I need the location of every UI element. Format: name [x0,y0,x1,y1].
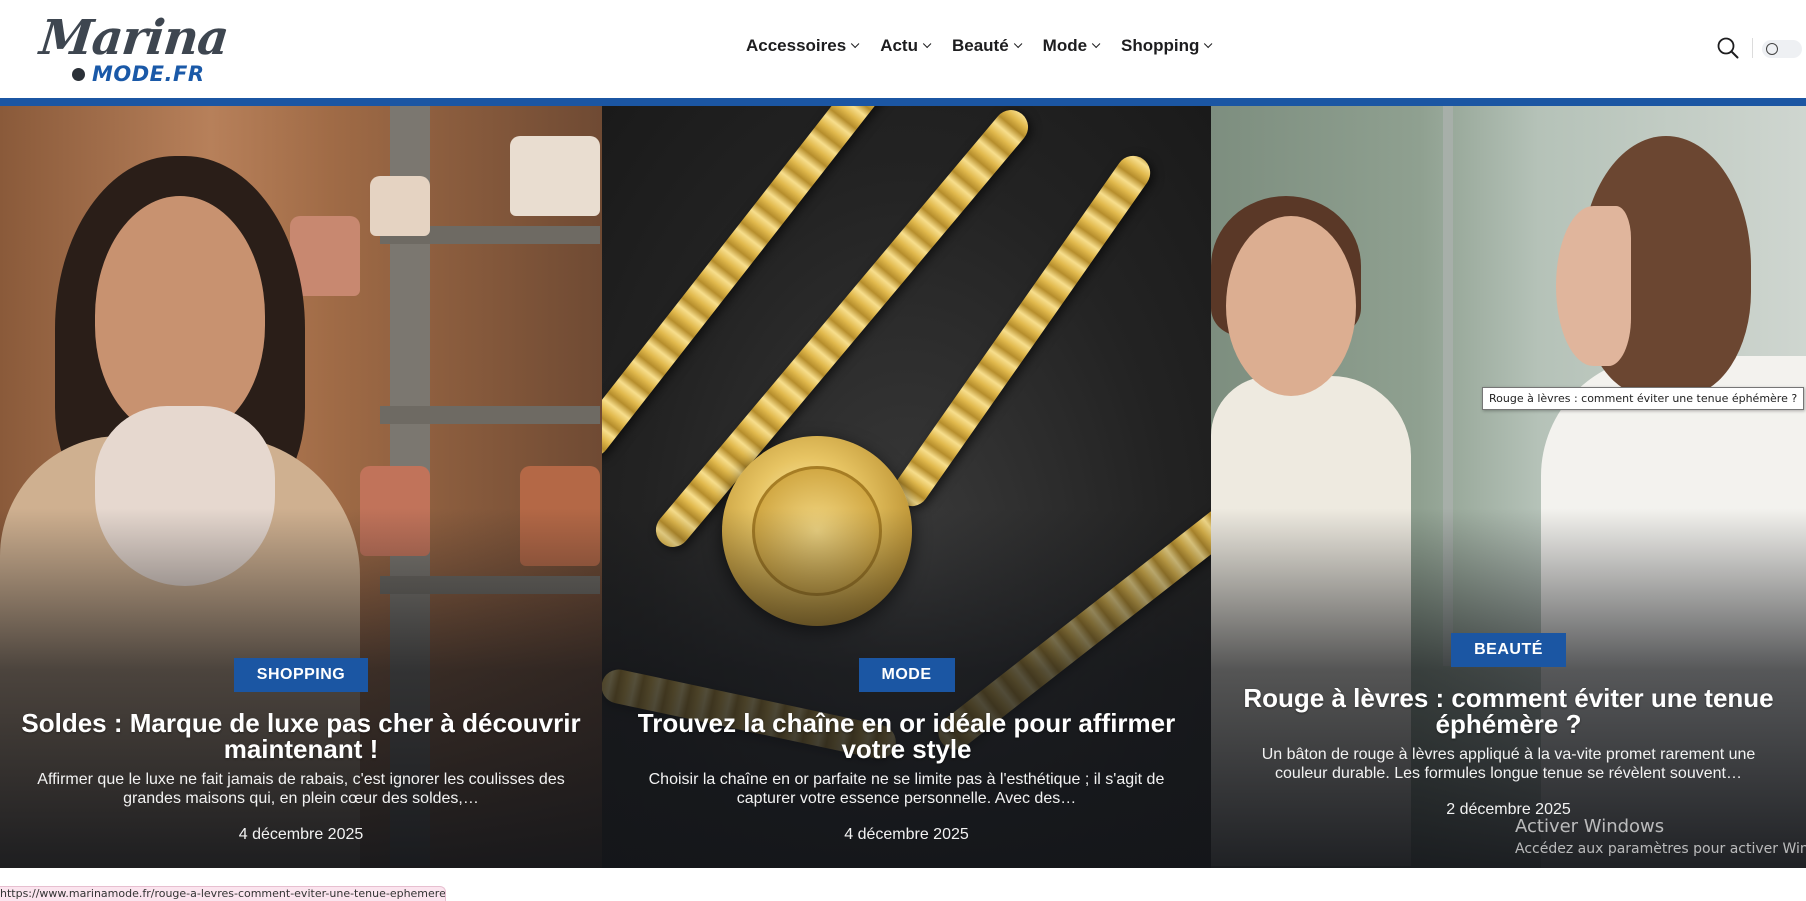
chevron-down-icon [1013,39,1023,49]
logo-dot [72,68,85,81]
logo-script-text: Marina [37,10,231,66]
dark-mode-toggle[interactable] [1762,40,1802,58]
post-content: MODE Trouvez la chaîne en or idéale pour… [602,658,1211,844]
sun-icon [1766,43,1778,55]
post-content: SHOPPING Soldes : Marque de luxe pas che… [0,658,602,844]
chevron-down-icon [851,39,860,49]
post-excerpt: Un bâton de rouge à lèvres appliqué à la… [1261,746,1756,782]
site-logo[interactable]: Marina MODE.FR [37,10,231,88]
post-date: 4 décembre 2025 [844,826,969,843]
nav-item-shopping[interactable]: Shopping [1121,36,1213,56]
post-date: 4 décembre 2025 [238,826,364,843]
nav-item-label: Accessoires [746,36,847,55]
activation-title: Activer Windows [1515,816,1665,837]
browser-status-url: https://www.marinamode.fr/rouge-a-levres… [0,886,446,901]
windows-activation-watermark: Activer Windows Accédez aux paramètres p… [1515,816,1806,857]
nav-item-actu[interactable]: Actu [880,36,932,56]
header-divider [1752,38,1753,58]
nav-item-label: Mode [1042,36,1088,55]
nav-item-mode[interactable]: Mode [1042,36,1101,56]
featured-posts-grid: SHOPPING Soldes : Marque de luxe pas che… [0,106,1806,868]
nav-item-accessoires[interactable]: Accessoires [746,36,860,56]
post-card-rouge-a-levres[interactable]: BEAUTÉ Rouge à lèvres : comment éviter u… [1211,106,1806,868]
post-title[interactable]: Rouge à lèvres : comment éviter une tenu… [1211,685,1806,737]
nav-item-beaute[interactable]: Beauté [951,36,1023,56]
category-badge[interactable]: MODE [858,658,955,692]
activation-subtitle: Accédez aux paramètres pour activer Wind… [1515,841,1806,857]
post-excerpt: Affirmer que le luxe ne fait jamais de r… [37,771,565,807]
nav-item-label: Actu [880,36,918,55]
main-nav: Accessoires Actu Beauté Mode Shopping [746,36,1233,56]
post-card-chaine-or[interactable]: MODE Trouvez la chaîne en or idéale pour… [602,106,1211,868]
category-badge[interactable]: BEAUTÉ [1451,633,1566,667]
link-tooltip: Rouge à lèvres : comment éviter une tenu… [1482,387,1805,410]
category-badge[interactable]: SHOPPING [233,658,369,692]
search-icon[interactable] [1717,37,1739,59]
nav-item-label: Beauté [951,36,1009,55]
site-header: Marina MODE.FR Accessoires Actu Beauté M… [0,0,1806,98]
chevron-down-icon [1091,39,1101,49]
chevron-down-icon [922,39,932,49]
header-accent-bar [0,98,1806,106]
chevron-down-icon [1204,39,1213,49]
post-title[interactable]: Soldes : Marque de luxe pas cher à décou… [0,710,602,762]
logo-subtext: MODE.FR [92,62,205,86]
post-content: BEAUTÉ Rouge à lèvres : comment éviter u… [1211,633,1806,819]
nav-item-label: Shopping [1121,36,1200,55]
post-card-soldes[interactable]: SHOPPING Soldes : Marque de luxe pas che… [0,106,602,868]
post-title[interactable]: Trouvez la chaîne en or idéale pour affi… [602,710,1211,762]
post-excerpt: Choisir la chaîne en or parfaite ne se l… [648,771,1165,807]
